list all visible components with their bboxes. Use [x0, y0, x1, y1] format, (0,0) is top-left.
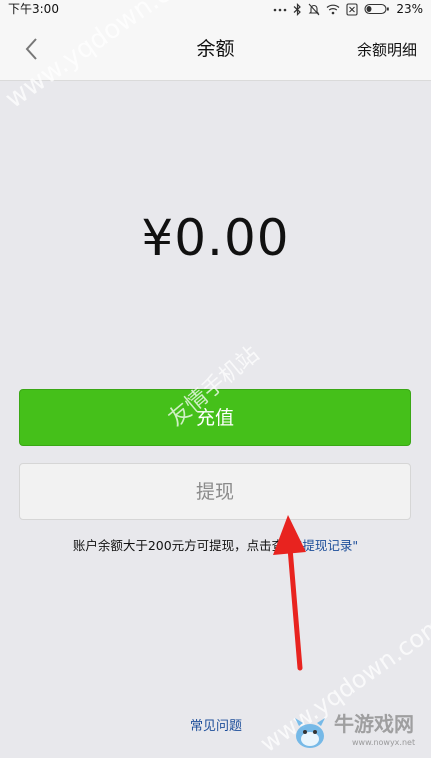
watermark-logo-url: www.nowyx.net: [352, 738, 416, 747]
no-sim-icon: [346, 2, 358, 16]
watermark-logo-icon: [295, 718, 325, 748]
more-dots-icon: [274, 8, 287, 12]
battery-icon: [364, 3, 390, 15]
status-bar: 下午3:00 23%: [0, 0, 431, 18]
wifi-icon: [326, 4, 340, 15]
mute-bell-icon: [308, 3, 320, 15]
balance-amount: ¥0.00: [141, 209, 290, 267]
status-icons: 23%: [273, 1, 423, 17]
status-time: 下午3:00: [8, 2, 59, 16]
withdraw-note-text: 账户余额大于200元方可提现，点击查看: [72, 538, 297, 553]
watermark-logo-text: 牛游戏网: [334, 712, 414, 736]
annotation-arrow: [273, 515, 306, 671]
nav-bar: 余额 余额明细: [0, 18, 431, 81]
bluetooth-icon: [293, 2, 302, 16]
balance-details-link[interactable]: 余额明细: [357, 38, 417, 62]
withdraw-note: 账户余额大于200元方可提现，点击查看"提现记录": [0, 536, 431, 556]
battery-percent: 23%: [396, 2, 423, 16]
withdraw-button[interactable]: 提现: [19, 463, 411, 520]
recharge-button[interactable]: 充值: [19, 389, 411, 446]
faq-link[interactable]: 常见问题: [190, 717, 242, 737]
